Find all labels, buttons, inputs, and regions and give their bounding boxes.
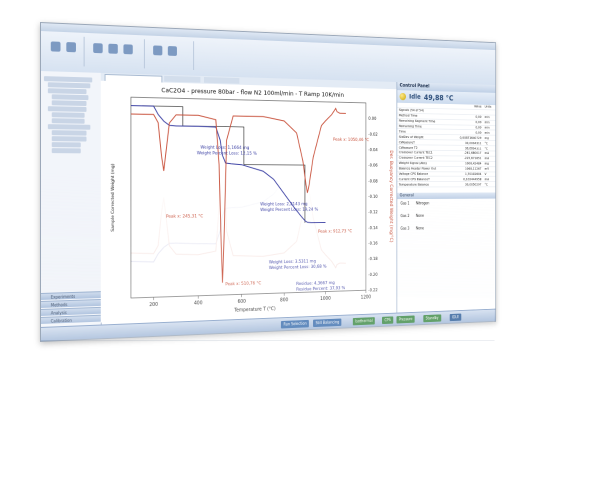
window-reflection	[40, 23, 495, 341]
app-screenshot: Experiments Methods Analysis Calibration…	[0, 0, 596, 498]
reflection-surface	[40, 23, 495, 341]
reflection-right-panel	[396, 66, 495, 299]
reflection-weight-line	[131, 142, 326, 266]
reflection-chart	[40, 23, 495, 299]
reflection-left-panel	[40, 36, 101, 293]
reflection-derivative-line	[131, 82, 346, 268]
